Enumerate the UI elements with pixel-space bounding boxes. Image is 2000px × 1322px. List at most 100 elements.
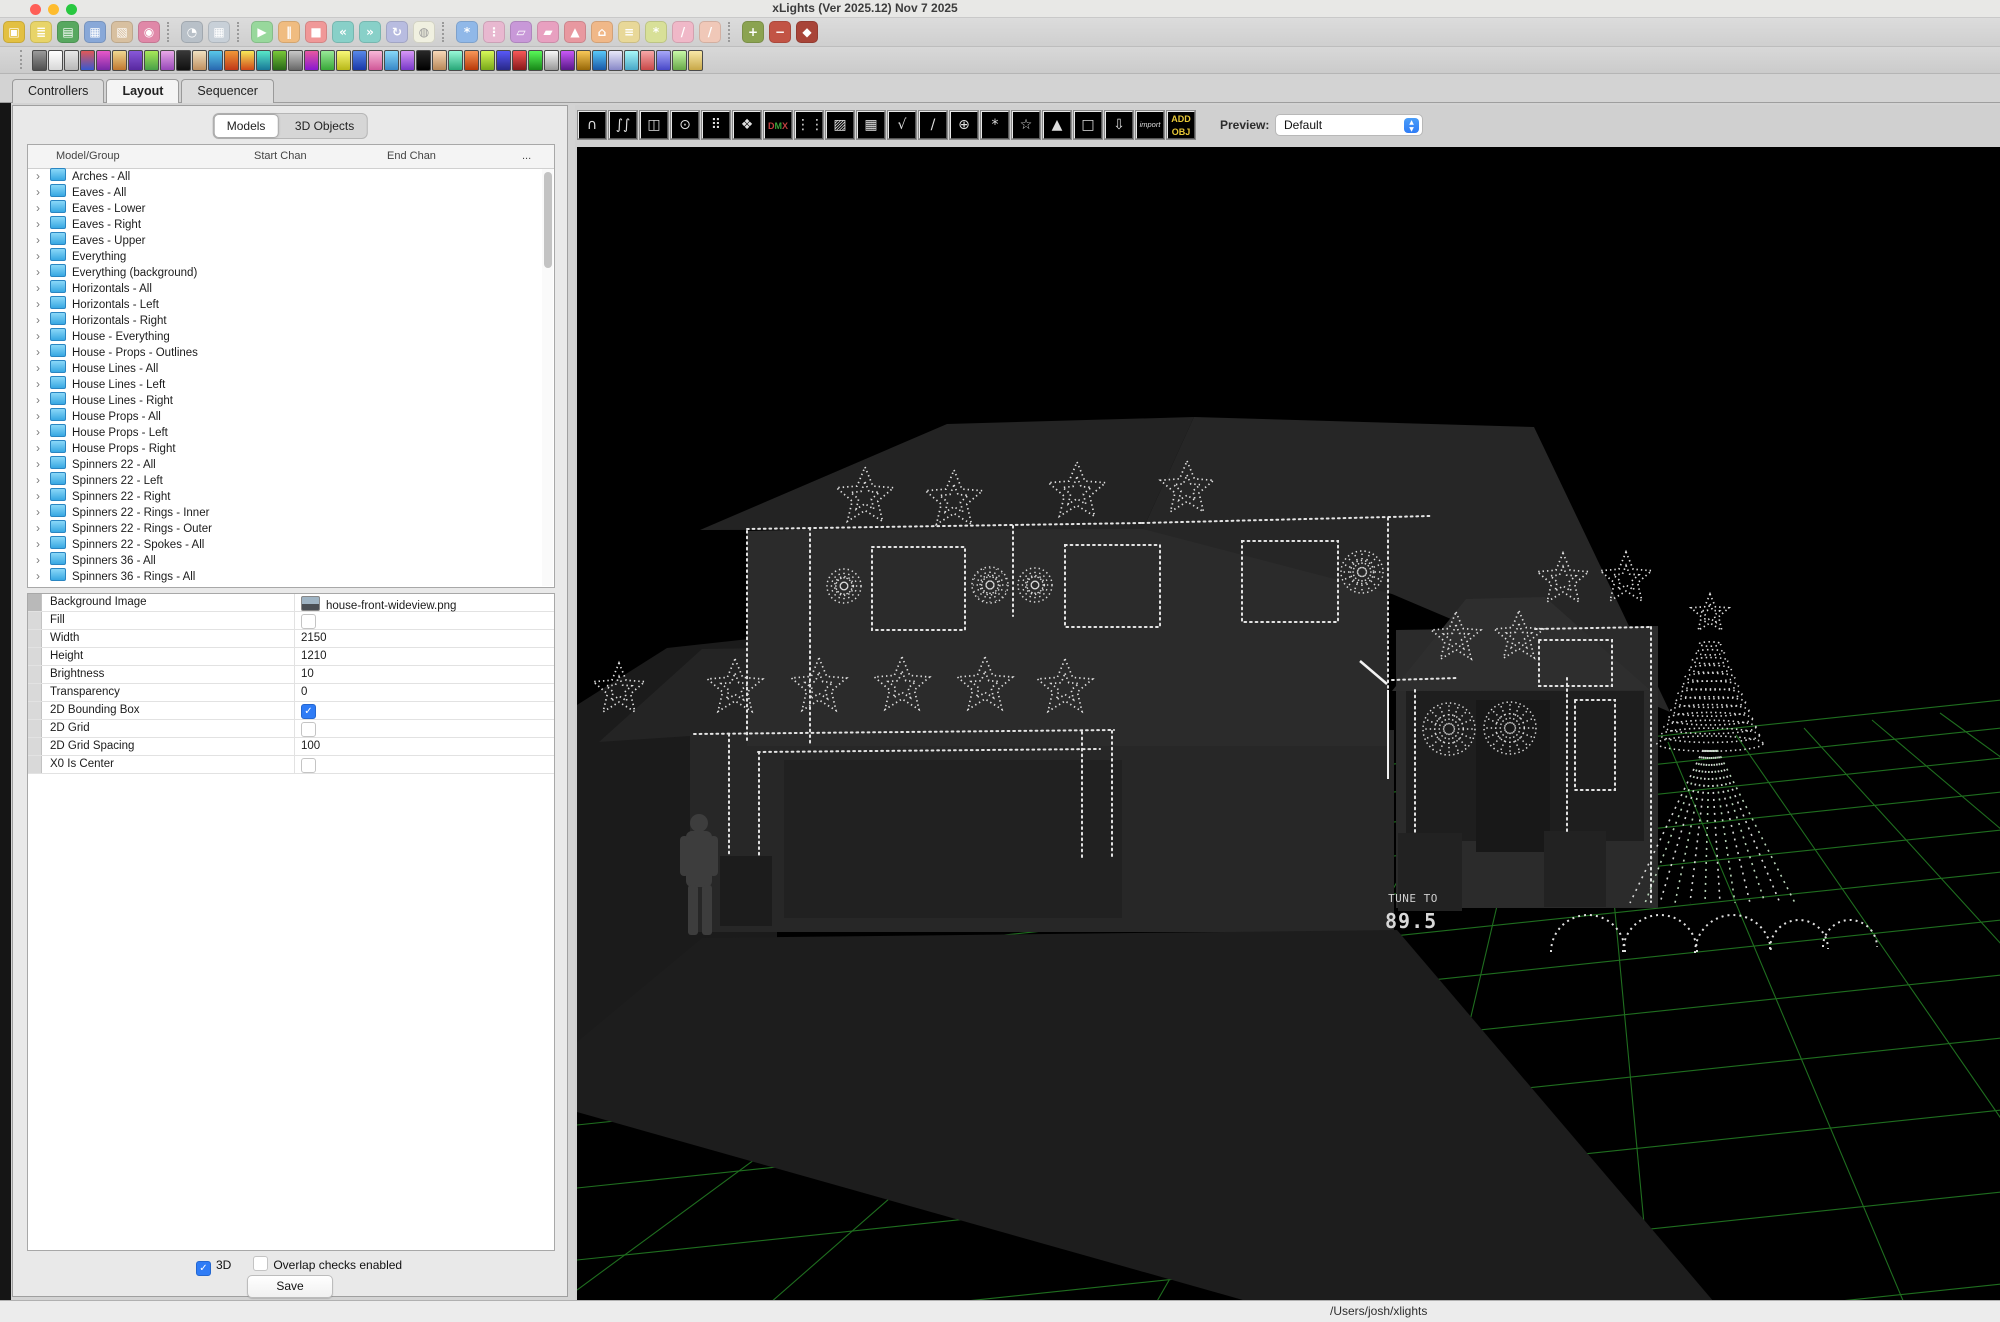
effect-off-icon[interactable] xyxy=(32,50,47,71)
tree-item[interactable]: ›Horizontals - Left xyxy=(28,296,542,312)
effect-spirals-icon[interactable] xyxy=(640,50,655,71)
models-button[interactable]: Models xyxy=(214,114,279,138)
arch-tool[interactable]: ∩ xyxy=(578,111,606,139)
scrollbar-thumb[interactable] xyxy=(544,172,552,268)
tree-item[interactable]: ›Spinners 36 - All xyxy=(28,552,542,568)
property-value[interactable] xyxy=(294,756,554,773)
effect-meteors-icon[interactable] xyxy=(384,50,399,71)
disclosure-chevron-icon[interactable]: › xyxy=(36,344,46,360)
effect-circles-icon[interactable] xyxy=(128,50,143,71)
unchecked-checkbox[interactable] xyxy=(301,722,316,737)
window-frame-tool[interactable]: □ xyxy=(1074,111,1102,139)
dmx-tool[interactable]: DMX xyxy=(764,111,792,139)
tree-item[interactable]: ›Eaves - Upper xyxy=(28,232,542,248)
tree-item[interactable]: ›Everything (background) xyxy=(28,264,542,280)
property-value[interactable]: 100 xyxy=(294,738,554,755)
tree-item[interactable]: ›Horizontals - All xyxy=(28,280,542,296)
tree-item[interactable]: ›Arches - All xyxy=(28,168,542,184)
rewind-icon[interactable]: « xyxy=(332,21,354,43)
new-show-folder-icon[interactable]: ▣ xyxy=(3,21,25,43)
tab-controllers[interactable]: Controllers xyxy=(12,79,104,103)
stop-icon[interactable]: ■ xyxy=(305,21,327,43)
effect-candle-icon[interactable] xyxy=(112,50,127,71)
tree-item[interactable]: ›House Lines - Left xyxy=(28,376,542,392)
effect-lightning-icon[interactable] xyxy=(336,50,351,71)
tree-item[interactable]: ›House Lines - Right xyxy=(28,392,542,408)
unchecked-checkbox[interactable] xyxy=(301,614,316,629)
effect-strobe-icon[interactable] xyxy=(688,50,703,71)
poly-line-tool[interactable]: √ xyxy=(888,111,916,139)
add-object-tool[interactable]: ADDOBJ xyxy=(1167,111,1195,139)
effect-kaleidoscope-icon[interactable] xyxy=(304,50,319,71)
tree-item[interactable]: ›Everything xyxy=(28,248,542,264)
disclosure-chevron-icon[interactable]: › xyxy=(36,552,46,568)
overlap-checks-checkbox[interactable] xyxy=(253,1256,268,1271)
chevron-up-down-icon[interactable]: ▲▼ xyxy=(1404,118,1419,133)
effect-glediator-icon[interactable] xyxy=(288,50,303,71)
zoom-out-icon[interactable]: − xyxy=(769,21,791,43)
single-line-tool[interactable]: / xyxy=(919,111,947,139)
checked-checkbox[interactable]: ✓ xyxy=(301,704,316,719)
property-value[interactable]: 0 xyxy=(294,684,554,701)
disclosure-chevron-icon[interactable]: › xyxy=(36,376,46,392)
effect-settings-icon[interactable]: * xyxy=(645,21,667,43)
house-preview-icon[interactable]: ⌂ xyxy=(591,21,613,43)
open-sequence-icon[interactable]: ▤ xyxy=(57,21,79,43)
paste-by-example-icon[interactable]: ▱ xyxy=(510,21,532,43)
effect-dmx-icon[interactable] xyxy=(176,50,191,71)
effect-color-wash-icon[interactable] xyxy=(144,50,159,71)
save-icon[interactable]: ▦ xyxy=(84,21,106,43)
disclosure-chevron-icon[interactable]: › xyxy=(36,328,46,344)
channel-block-tool[interactable]: ◫ xyxy=(640,111,668,139)
effect-galaxy-icon[interactable] xyxy=(256,50,271,71)
tab-sequencer[interactable]: Sequencer xyxy=(181,79,273,103)
effect-butterfly-icon[interactable] xyxy=(96,50,111,71)
disclosure-chevron-icon[interactable]: › xyxy=(36,520,46,536)
tree-item[interactable]: ›Spinners 22 - Rings - Inner xyxy=(28,504,542,520)
effect-fan-icon[interactable] xyxy=(208,50,223,71)
pause-render-icon[interactable]: ◔ xyxy=(181,21,203,43)
tree-item[interactable]: ›Eaves - All xyxy=(28,184,542,200)
effect-ripple-icon[interactable] xyxy=(496,50,511,71)
column-end-chan[interactable]: End Chan xyxy=(387,150,436,162)
disclosure-chevron-icon[interactable]: › xyxy=(36,472,46,488)
disclosure-chevron-icon[interactable]: › xyxy=(36,488,46,504)
effect-pinwheel-icon[interactable] xyxy=(464,50,479,71)
disclosure-chevron-icon[interactable]: › xyxy=(36,280,46,296)
disclosure-chevron-icon[interactable]: › xyxy=(36,264,46,280)
preview-select[interactable]: Default ▲▼ xyxy=(1275,114,1423,136)
tree-item[interactable]: ›House Props - All xyxy=(28,408,542,424)
layout-3d-canvas[interactable]: TUNE TO89.5 xyxy=(577,147,2000,1300)
save-as-icon[interactable]: ▧ xyxy=(111,21,133,43)
effect-spirograph-icon[interactable] xyxy=(656,50,671,71)
effect-marquee-icon[interactable] xyxy=(368,50,383,71)
effect-snowflakes-icon[interactable] xyxy=(608,50,623,71)
effect-bars-icon[interactable] xyxy=(80,50,95,71)
disclosure-chevron-icon[interactable]: › xyxy=(36,456,46,472)
three-d-checkbox[interactable]: ✓ xyxy=(196,1261,211,1276)
circle-tool[interactable]: ⊙ xyxy=(671,111,699,139)
disclosure-chevron-icon[interactable]: › xyxy=(36,184,46,200)
tree-item[interactable]: ›Eaves - Lower xyxy=(28,200,542,216)
objects-3d-button[interactable]: 3D Objects xyxy=(283,115,366,137)
effect-fireworks-icon[interactable] xyxy=(240,50,255,71)
unchecked-checkbox[interactable] xyxy=(301,758,316,773)
save-button[interactable]: Save xyxy=(247,1275,333,1298)
disclosure-chevron-icon[interactable]: › xyxy=(36,568,46,584)
wreath-tool[interactable]: ⇩ xyxy=(1105,111,1133,139)
matrix-tool[interactable]: ▦ xyxy=(857,111,885,139)
effect-adjust-icon[interactable] xyxy=(64,50,79,71)
image-tool[interactable]: ▨ xyxy=(826,111,854,139)
property-value[interactable]: house-front-wideview.png xyxy=(294,594,554,611)
import-model-tool[interactable]: import xyxy=(1136,111,1164,139)
disclosure-chevron-icon[interactable]: › xyxy=(36,424,46,440)
effect-shockwave-icon[interactable] xyxy=(560,50,575,71)
candy-cane-tool[interactable]: ∫∫ xyxy=(609,111,637,139)
property-value[interactable]: 2150 xyxy=(294,630,554,647)
effect-garlands-icon[interactable] xyxy=(272,50,287,71)
disclosure-chevron-icon[interactable]: › xyxy=(36,248,46,264)
tree-item[interactable]: ›House Props - Left xyxy=(28,424,542,440)
tree-item[interactable]: ›Horizontals - Right xyxy=(28,312,542,328)
effect-piano-icon[interactable] xyxy=(432,50,447,71)
property-value[interactable]: ✓ xyxy=(294,702,554,719)
